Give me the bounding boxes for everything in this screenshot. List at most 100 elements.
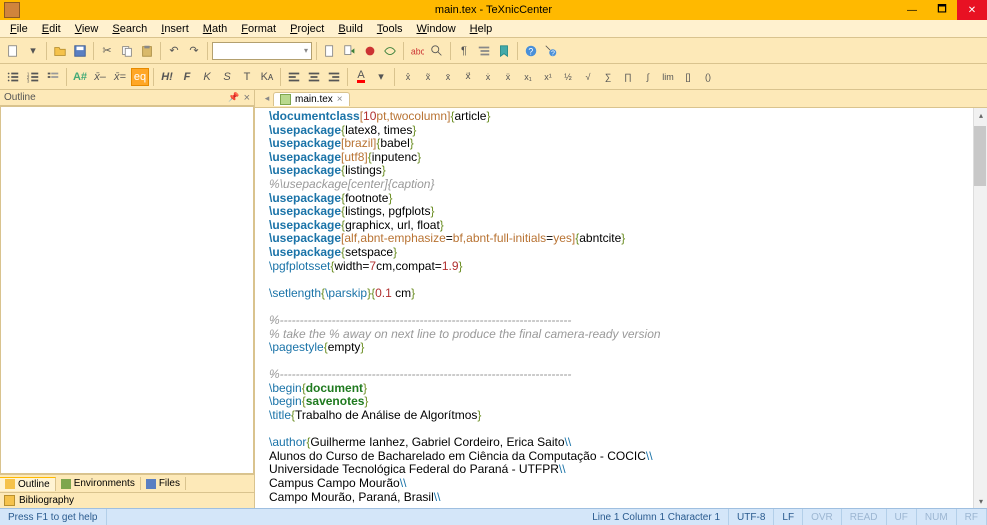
align-right-icon[interactable] bbox=[325, 68, 343, 86]
sum-op-icon[interactable]: ∑ bbox=[599, 68, 617, 86]
menu-search[interactable]: Search bbox=[106, 22, 153, 36]
bibliography-bar[interactable]: Bibliography bbox=[0, 492, 254, 508]
font-color-drop-icon[interactable]: ▾ bbox=[372, 68, 390, 86]
tex-file-icon bbox=[280, 94, 291, 105]
menu-file[interactable]: File bbox=[4, 22, 34, 36]
menu-view[interactable]: View bbox=[69, 22, 105, 36]
maximize-button[interactable]: 🗖 bbox=[927, 0, 957, 20]
menu-edit[interactable]: Edit bbox=[36, 22, 67, 36]
help-icon[interactable]: ? bbox=[522, 42, 540, 60]
status-uf: UF bbox=[887, 509, 917, 525]
enumerate-icon[interactable]: 123 bbox=[24, 68, 42, 86]
undo-icon[interactable]: ↶ bbox=[165, 42, 183, 60]
context-help-icon[interactable]: ? bbox=[542, 42, 560, 60]
menu-project[interactable]: Project bbox=[284, 22, 330, 36]
menu-format[interactable]: Format bbox=[235, 22, 282, 36]
display-math-icon[interactable]: x̄= bbox=[111, 68, 129, 86]
side-panel-pin-icon[interactable]: 📌 bbox=[228, 92, 239, 104]
svg-text:?: ? bbox=[528, 46, 533, 56]
tab-files[interactable]: Files bbox=[141, 477, 186, 490]
editor-tabs: ◂ main.tex × bbox=[255, 90, 987, 108]
save-icon[interactable] bbox=[71, 42, 89, 60]
status-ovr: OVR bbox=[803, 509, 842, 525]
paste-icon[interactable] bbox=[138, 42, 156, 60]
bar-op-icon[interactable]: x̄ bbox=[439, 68, 457, 86]
scroll-up-icon[interactable]: ▴ bbox=[974, 108, 987, 122]
smallcaps-icon[interactable]: Kᴀ bbox=[258, 68, 276, 86]
description-icon[interactable] bbox=[44, 68, 62, 86]
spellcheck-icon[interactable]: abc bbox=[408, 42, 426, 60]
status-help: Press F1 to get help bbox=[0, 509, 107, 525]
editor: ◂ main.tex × \documentclass[10pt,twocolu… bbox=[255, 90, 987, 508]
copy-icon[interactable] bbox=[118, 42, 136, 60]
editor-tab-close-icon[interactable]: × bbox=[337, 94, 343, 105]
hat-op-icon[interactable]: x̂ bbox=[399, 68, 417, 86]
tab-environments[interactable]: Environments bbox=[56, 477, 141, 490]
matrix-op-icon[interactable]: () bbox=[699, 68, 717, 86]
slanted-icon[interactable]: S bbox=[218, 68, 236, 86]
minimize-button[interactable]: — bbox=[897, 0, 927, 20]
typewriter-icon[interactable]: T bbox=[238, 68, 256, 86]
tabnav-left-icon[interactable]: ◂ bbox=[261, 93, 273, 104]
editor-tab-main[interactable]: main.tex × bbox=[273, 92, 350, 106]
array-op-icon[interactable]: [] bbox=[679, 68, 697, 86]
menu-help[interactable]: Help bbox=[464, 22, 499, 36]
code-content[interactable]: \documentclass[10pt,twocolumn]{article} … bbox=[255, 108, 987, 506]
menu-build[interactable]: Build bbox=[332, 22, 368, 36]
scroll-down-icon[interactable]: ▾ bbox=[974, 494, 987, 508]
menu-tools[interactable]: Tools bbox=[371, 22, 409, 36]
editor-tab-label: main.tex bbox=[295, 94, 333, 105]
tab-outline[interactable]: Outline bbox=[0, 477, 56, 491]
itemize-icon[interactable] bbox=[4, 68, 22, 86]
toggle-ws-icon[interactable]: ¶ bbox=[455, 42, 473, 60]
font-color-icon[interactable]: A bbox=[352, 68, 370, 86]
cut-icon[interactable]: ✂ bbox=[98, 42, 116, 60]
outline-icon[interactable] bbox=[475, 42, 493, 60]
menu-math[interactable]: Math bbox=[197, 22, 233, 36]
dot-op-icon[interactable]: ẋ bbox=[479, 68, 497, 86]
stop-build-icon[interactable] bbox=[361, 42, 379, 60]
new-doc-icon[interactable] bbox=[4, 42, 22, 60]
menu-insert[interactable]: Insert bbox=[155, 22, 195, 36]
outline-tree[interactable] bbox=[0, 106, 254, 474]
profile-select[interactable]: ▾ bbox=[212, 42, 312, 60]
prod-op-icon[interactable]: ∏ bbox=[619, 68, 637, 86]
side-panel-close-icon[interactable]: × bbox=[244, 92, 250, 104]
menu-window[interactable]: Window bbox=[411, 22, 462, 36]
frac-op-icon[interactable]: ½ bbox=[559, 68, 577, 86]
status-encoding[interactable]: UTF-8 bbox=[729, 509, 774, 525]
align-left-icon[interactable] bbox=[285, 68, 303, 86]
sup-op-icon[interactable]: x¹ bbox=[539, 68, 557, 86]
build-icon[interactable] bbox=[321, 42, 339, 60]
titlebar: main.tex - TeXnicCenter — 🗖 ✕ bbox=[0, 0, 987, 20]
status-position: Line 1 Column 1 Character 1 bbox=[584, 509, 729, 525]
bookmark-icon[interactable] bbox=[495, 42, 513, 60]
heading-icon[interactable]: H! bbox=[158, 68, 176, 86]
new-dropdown-icon[interactable]: ▾ bbox=[24, 42, 42, 60]
sub-op-icon[interactable]: x₁ bbox=[519, 68, 537, 86]
equation-icon[interactable]: eq bbox=[131, 68, 149, 86]
open-icon[interactable] bbox=[51, 42, 69, 60]
build-view-icon[interactable] bbox=[341, 42, 359, 60]
align-center-icon[interactable] bbox=[305, 68, 323, 86]
tilde-op-icon[interactable]: x̃ bbox=[419, 68, 437, 86]
close-button[interactable]: ✕ bbox=[957, 0, 987, 20]
int-op-icon[interactable]: ∫ bbox=[639, 68, 657, 86]
scrollbar-vertical[interactable]: ▴ ▾ bbox=[973, 108, 987, 508]
view-output-icon[interactable] bbox=[381, 42, 399, 60]
lim-op-icon[interactable]: lim bbox=[659, 68, 677, 86]
bold-icon[interactable]: F bbox=[178, 68, 196, 86]
vec-op-icon[interactable]: x⃗ bbox=[459, 68, 477, 86]
app-icon bbox=[4, 2, 20, 18]
inline-math-icon[interactable]: x̄– bbox=[91, 68, 109, 86]
sqrt-op-icon[interactable]: √ bbox=[579, 68, 597, 86]
status-eol[interactable]: LF bbox=[774, 509, 803, 525]
editor-body[interactable]: \documentclass[10pt,twocolumn]{article} … bbox=[255, 108, 987, 508]
figure-icon[interactable]: A# bbox=[71, 68, 89, 86]
ddot-op-icon[interactable]: ẍ bbox=[499, 68, 517, 86]
bibliography-label: Bibliography bbox=[19, 495, 74, 506]
italic-icon[interactable]: K bbox=[198, 68, 216, 86]
redo-icon[interactable]: ↷ bbox=[185, 42, 203, 60]
find-icon[interactable] bbox=[428, 42, 446, 60]
scroll-thumb[interactable] bbox=[974, 126, 986, 186]
